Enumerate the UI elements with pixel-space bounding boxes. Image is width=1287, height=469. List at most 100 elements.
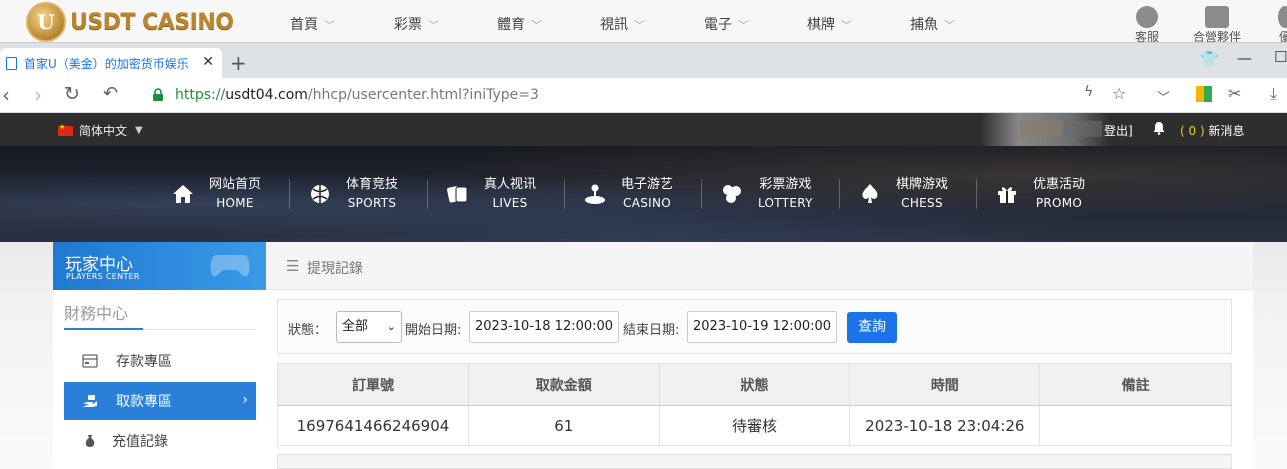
new-messages[interactable]: ( 0 ) 新消息	[1180, 122, 1244, 139]
bell-icon[interactable]	[1152, 121, 1166, 135]
download-icon[interactable]: ⤓	[1270, 84, 1277, 104]
sidebar-item-deposit[interactable]: 存款專區	[64, 342, 256, 380]
column-header-time[interactable]: 時間	[849, 363, 1041, 406]
status-label: 狀態：	[288, 323, 328, 338]
joystick-icon	[585, 184, 605, 204]
content-header: ☰ 提現記錄	[266, 242, 1253, 290]
nav-sports[interactable]: 体育竞技 SPORTS	[308, 176, 398, 212]
top-nav-chess[interactable]: 棋牌 ﹀	[807, 14, 852, 34]
nav-lottery[interactable]: 彩票游戏 LOTTERY	[720, 176, 813, 212]
money-bag-icon	[85, 435, 95, 447]
wallet-icon	[82, 354, 98, 368]
browser-tab[interactable]: 首家U（美金）的加密货币娱乐 ✕	[0, 48, 222, 79]
new-tab-button[interactable]: +	[230, 51, 247, 75]
cards-icon	[447, 186, 468, 203]
top-nav-home[interactable]: 首頁 ﹀	[290, 14, 335, 34]
logout-link[interactable]: 登出]	[1104, 122, 1133, 139]
chevron-down-icon: ﹀	[841, 19, 852, 32]
section-title: 財務中心	[64, 304, 129, 323]
china-flag-icon	[58, 123, 73, 136]
nav-promo[interactable]: 优惠活动 PROMO	[995, 176, 1085, 212]
withdraw-records-table: 訂單號 取款金額 狀態 時間 備註 1697641466246904 61 待審…	[277, 363, 1232, 446]
logo-text: USDT CASINO	[70, 9, 234, 35]
promo-link[interactable]: 優	[1278, 6, 1287, 42]
nav-divider	[976, 179, 977, 209]
shirt-icon[interactable]: 👕	[1200, 50, 1219, 68]
spade-icon	[862, 184, 878, 203]
chevron-down-icon: ﹀	[428, 19, 439, 32]
top-nav-fishing[interactable]: 捕魚 ﹀	[910, 14, 955, 34]
browser-address-bar: ‹ › ↻ ↶ https://usdt04.com/hhcp/usercent…	[0, 78, 1287, 113]
language-selector[interactable]: 简体中文 ▼	[58, 122, 143, 139]
star-icon[interactable]: ☆	[1112, 84, 1126, 103]
gift-icon	[1278, 6, 1287, 28]
sidebar-item-label: 充值記錄	[112, 434, 168, 450]
sidebar-item-label: 取款專區	[116, 394, 172, 410]
sidebar-item-recharge-records[interactable]: 充值記錄	[64, 422, 256, 460]
cell-order-no: 1697641466246904	[277, 405, 469, 446]
player-center-sidebar: 玩家中心 PLAYERS CENTER 財務中心 存款專區 取款專區 › 充值記…	[53, 242, 266, 469]
column-header-order-no[interactable]: 訂單號	[277, 363, 469, 406]
nav-divider	[839, 179, 840, 209]
query-button[interactable]: 查詢	[847, 312, 897, 343]
status-select[interactable]: 全部 ⌄	[336, 311, 402, 343]
player-center-subtitle: PLAYERS CENTER	[66, 272, 140, 281]
lock-icon	[153, 88, 163, 101]
nav-casino[interactable]: 电子游艺 CASINO	[583, 176, 673, 212]
site-logo[interactable]: U USDT CASINO	[26, 2, 234, 42]
reload-icon[interactable]: ↻	[64, 83, 80, 105]
home-icon	[173, 185, 193, 203]
cell-amount: 61	[467, 405, 660, 446]
minimize-icon[interactable]: —	[1237, 49, 1252, 67]
menu-icon: ☰	[286, 257, 300, 275]
url-field[interactable]: https://usdt04.com/hhcp/usercenter.html?…	[175, 87, 539, 103]
redacted-balance	[1064, 121, 1102, 137]
nav-live[interactable]: 真人视讯 LIVES	[446, 176, 536, 212]
table-row[interactable]: 1697641466246904 61 待審核 2023-10-18 23:04…	[277, 405, 1232, 446]
redacted-username	[1020, 121, 1062, 137]
chevron-right-icon: ›	[242, 392, 248, 408]
site-top-header: U USDT CASINO 首頁 ﹀ 彩票 ﹀ 體育 ﹀ 視訊 ﹀ 電子 ﹀ 棋牌 ﹀ 捕魚…	[0, 0, 1287, 42]
top-nav-live[interactable]: 視訊 ﹀	[600, 14, 645, 34]
customer-service-link[interactable]: 客服	[1135, 6, 1159, 42]
undo-icon[interactable]: ↶	[103, 83, 118, 104]
top-nav-sports[interactable]: 體育 ﹀	[497, 14, 542, 34]
nav-divider	[427, 179, 428, 209]
top-nav-lottery[interactable]: 彩票 ﹀	[394, 14, 439, 34]
cell-remark	[1039, 405, 1232, 446]
tab-title: 首家U（美金）的加密货币娱乐	[24, 57, 189, 71]
caret-down-icon: ⌄	[386, 320, 396, 333]
end-date-label: 結束日期:	[623, 323, 680, 338]
player-center-header: 玩家中心 PLAYERS CENTER	[53, 242, 266, 290]
end-date-input[interactable]: 2023-10-19 12:00:00	[687, 311, 837, 343]
nav-home[interactable]: 网站首页 HOME	[171, 176, 261, 212]
forward-icon[interactable]: ›	[34, 83, 42, 107]
column-header-status[interactable]: 狀態	[658, 363, 851, 406]
lightning-icon[interactable]: ϟ	[1084, 84, 1093, 100]
chevron-down-icon: ﹀	[324, 19, 335, 32]
scissors-icon[interactable]: ✂	[1228, 84, 1241, 103]
apps-icon[interactable]	[1196, 86, 1212, 102]
ball-icon	[311, 185, 329, 203]
chevron-down-icon: ﹀	[634, 19, 645, 32]
top-nav-slots[interactable]: 電子 ﹀	[704, 14, 749, 34]
close-icon[interactable]: ✕	[202, 54, 214, 70]
nav-divider	[701, 179, 702, 209]
nav-chess[interactable]: 棋牌游戏 CHESS	[858, 176, 948, 212]
chevron-down-icon: ﹀	[738, 19, 749, 32]
back-icon[interactable]: ‹	[2, 83, 10, 107]
cell-status: 待審核	[658, 405, 851, 446]
sidebar-item-withdraw[interactable]: 取款專區 ›	[64, 382, 256, 420]
column-header-remark[interactable]: 備註	[1039, 363, 1232, 406]
start-date-label: 開始日期:	[405, 323, 462, 338]
main-nav-banner: 网站首页 HOME 体育竞技 SPORTS 真人视讯 LIVES 电子游艺 CASINO…	[0, 146, 1287, 242]
partner-link[interactable]: 合營夥伴	[1193, 6, 1241, 42]
chevron-down-icon: ﹀	[531, 19, 542, 32]
gift-icon	[998, 187, 1016, 203]
column-header-amount[interactable]: 取款金額	[467, 363, 660, 406]
table-header-row: 訂單號 取款金額 狀態 時間 備註	[277, 363, 1232, 406]
people-icon	[1205, 6, 1229, 28]
start-date-input[interactable]: 2023-10-18 12:00:00	[469, 311, 619, 343]
chevron-down-icon[interactable]: ﹀	[1157, 87, 1170, 106]
maximize-icon[interactable]: ☐	[1274, 48, 1287, 66]
